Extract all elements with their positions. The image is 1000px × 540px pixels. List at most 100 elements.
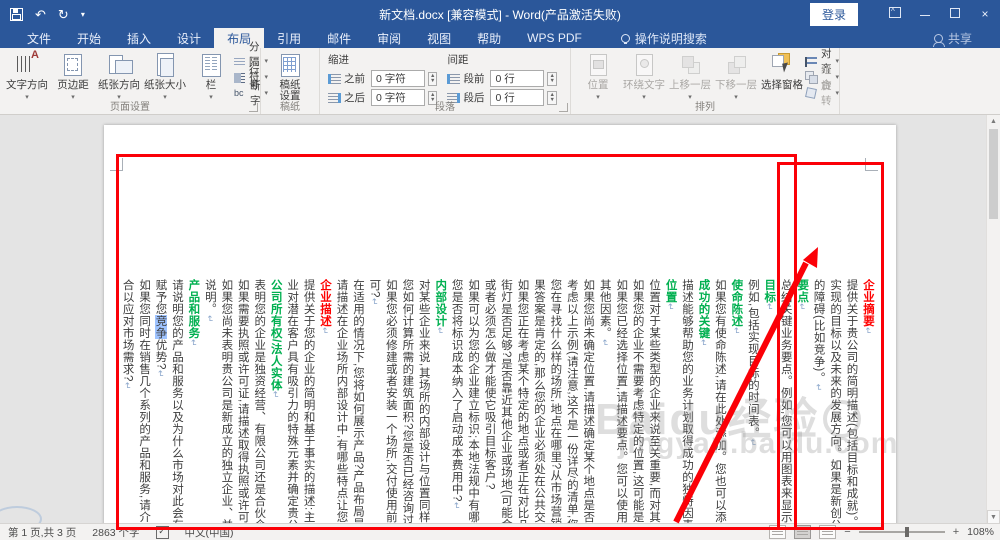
document-area: 企业摘要↵ 提供关于贵公司的简明描述(包括目标和成就)。例如,如果贵公司已成立, 实… bbox=[0, 115, 987, 540]
zoom-slider-thumb[interactable] bbox=[904, 527, 909, 537]
text-column: 如果您正在考虑某个特定的地点或者正在对比几个地点,下面几点可能很有 bbox=[516, 279, 529, 540]
paragraph-mark: ↵ bbox=[320, 327, 331, 336]
tab-邮件[interactable]: 邮件 bbox=[314, 28, 364, 48]
section-heading: 产品和服务↵ bbox=[187, 279, 200, 348]
section-heading: 成功的关键↵ bbox=[697, 279, 710, 348]
dialog-launcher-icon[interactable] bbox=[249, 103, 258, 112]
button-位置: 位置 ▾ bbox=[575, 50, 621, 103]
tab-设计[interactable]: 设计 bbox=[164, 28, 214, 48]
ribbon-display-options-icon[interactable] bbox=[880, 7, 910, 21]
customize-qat-icon[interactable]: ▾ bbox=[81, 10, 85, 19]
paragraph-mark: ↵ bbox=[698, 339, 709, 348]
zoom-level[interactable]: 108% bbox=[967, 526, 994, 538]
text-column: 如果您必须修建或者安装一个场所,交付使用前需要进行哪些特别的改动才 bbox=[384, 279, 397, 540]
login-button[interactable]: 登录 bbox=[809, 2, 858, 26]
text-column: 在适用的情况下,您将如何展示产品?产品布局是否可以改善商店气氛和刺 bbox=[351, 279, 364, 540]
text-column: 合以应对市场需求?↵ bbox=[121, 279, 134, 390]
tab-引用[interactable]: 引用 bbox=[264, 28, 314, 48]
word-count[interactable]: 2863 个字 bbox=[92, 525, 139, 540]
spacing-title: 间距 bbox=[447, 54, 469, 66]
tell-me-search[interactable]: 操作说明搜索 bbox=[620, 28, 707, 48]
zoom-in-icon[interactable]: + bbox=[953, 526, 959, 538]
field-段前: 段前 0 行 ▲ ▼ bbox=[447, 69, 557, 88]
zoom-out-icon[interactable]: − bbox=[844, 526, 850, 538]
save-icon[interactable] bbox=[10, 7, 23, 21]
text-column: 您是否将标识成本纳入了启动成本费用中?↵ bbox=[450, 279, 463, 510]
button-栏[interactable]: 栏 ▾ bbox=[188, 50, 234, 103]
button-文字方向[interactable]: 文字方向▾ bbox=[4, 50, 50, 103]
section-heading: 位置↵ bbox=[664, 279, 677, 312]
undo-icon[interactable]: ↶ bbox=[35, 8, 46, 21]
tab-视图[interactable]: 视图 bbox=[414, 28, 464, 48]
tab-开始[interactable]: 开始 bbox=[64, 28, 114, 48]
web-layout-icon[interactable] bbox=[819, 525, 837, 539]
text-column: 如果您有使命陈述,请在此处添加。您也可以添加有关贵公司的其他部分。 bbox=[713, 279, 726, 540]
paragraph-mark: ↵ bbox=[863, 327, 873, 336]
tab-审阅[interactable]: 审阅 bbox=[364, 28, 414, 48]
button-纸张大小[interactable]: 纸张大小 ▾ bbox=[142, 50, 188, 103]
group-label-page-setup: 页面设置 bbox=[110, 102, 150, 113]
minimize-icon[interactable] bbox=[910, 7, 940, 21]
field-value[interactable]: 0 字符 bbox=[371, 70, 425, 87]
tab-WPS PDF[interactable]: WPS PDF bbox=[514, 28, 595, 48]
restore-icon[interactable] bbox=[940, 6, 970, 21]
paragraph-mark: ↵ bbox=[599, 339, 610, 348]
ribbon-tabs: 文件 开始 插入 设计 布局 引用 邮件 审阅 视图 帮助 WPS PDF bbox=[14, 28, 595, 48]
text-column: 如果您尚未表明贵公司是新成立的独立企业、并购企业、特许经营企业还是 bbox=[220, 279, 233, 540]
text-column: 您在寻找什么样的场所,地点在哪里?从市场营销角度来讲,有没有一个理 bbox=[549, 279, 562, 540]
scrollbar-thumb[interactable] bbox=[989, 129, 998, 219]
language-indicator[interactable]: 中文(中国) bbox=[185, 525, 234, 540]
section-heading: 公司所有权/法人实体↵ bbox=[269, 279, 282, 399]
manuscript-setup-button[interactable]: 稿纸设置 bbox=[267, 50, 313, 102]
arrange-menu-buttons: 对齐 ▾ 组合 ▾ 旋转 ▾ bbox=[805, 48, 839, 107]
section-heading: 企业描述↵ bbox=[319, 279, 332, 336]
redo-icon[interactable]: ↻ bbox=[58, 8, 69, 21]
paragraph-mark: ↵ bbox=[155, 369, 166, 378]
close-icon[interactable]: × bbox=[970, 7, 1000, 21]
dialog-launcher-icon[interactable] bbox=[559, 103, 568, 112]
tab-插入[interactable]: 插入 bbox=[114, 28, 164, 48]
paragraph-mark: ↵ bbox=[122, 381, 133, 390]
share-button[interactable]: 共享 bbox=[932, 28, 972, 48]
share-label: 共享 bbox=[947, 31, 972, 46]
text-column: 如果可以为您的企业建立标识;本地法规中有哪些规定;您的标识是否醒目 bbox=[467, 279, 480, 540]
section-heading: 目标↵ bbox=[763, 279, 776, 312]
text-column: 果答案是肯定的,那么您的企业必须处在公共交通便利的地带吗?↵ bbox=[532, 279, 545, 540]
zoom-slider[interactable] bbox=[858, 527, 945, 537]
ribbon-tab-row: 文件 开始 插入 设计 布局 引用 邮件 审阅 视图 帮助 WPS PDF 操作说明搜索 共享 bbox=[0, 28, 1000, 48]
paragraph-mark: ↵ bbox=[270, 390, 281, 399]
button-页边距[interactable]: 页边距 ▾ bbox=[50, 50, 96, 103]
text-column: 如果需要执照或许可证,请描述取得执照或许可证的要求以及您目前的进展 bbox=[236, 279, 249, 540]
group-label-paragraph: 段落 bbox=[435, 102, 455, 113]
button-纸张方向[interactable]: 纸张方向 ▾ bbox=[96, 50, 142, 103]
status-bar: 第 1 页,共 3 页 2863 个字 ✓ 中文(中国) − + 108% bbox=[0, 523, 1000, 540]
spell-check-icon[interactable]: ✓ bbox=[155, 525, 169, 539]
vertical-scrollbar[interactable]: ▲ ▼ bbox=[986, 115, 1000, 524]
spinner[interactable]: ▲ ▼ bbox=[428, 71, 438, 86]
vertical-text-columns[interactable]: 企业摘要↵ 提供关于贵公司的简明描述(包括目标和成就)。例如,如果贵公司已成立, 实… bbox=[119, 279, 876, 540]
tell-me-label: 操作说明搜索 bbox=[634, 31, 707, 46]
page-indicator[interactable]: 第 1 页,共 3 页 bbox=[8, 525, 76, 540]
paragraph-mark: ↵ bbox=[764, 303, 775, 312]
text-column: 表明您的企业是独资经营、有限公司还是合伙企业。如果合适,请明确业务 bbox=[253, 279, 266, 540]
text-column: 实现的目标以及未来的发展方向。如果是新创公司,请概述您的计划、安排 bbox=[829, 279, 842, 540]
read-mode-icon[interactable] bbox=[769, 525, 787, 539]
spinner[interactable]: ▲ ▼ bbox=[547, 71, 557, 86]
tab-帮助[interactable]: 帮助 bbox=[464, 28, 514, 48]
text-column: 的障碍(比如竞争)。↵ bbox=[812, 279, 825, 392]
text-column: 对某些企业来说,其场所的内部设计与位置同样重要。如果对您的企业很重 bbox=[417, 279, 430, 540]
field-value[interactable]: 0 行 bbox=[490, 70, 545, 87]
scroll-down-icon[interactable]: ▼ bbox=[987, 510, 1000, 524]
text-column: 或者必须怎么做才能使它吸引目标客户? bbox=[483, 279, 496, 490]
tab-文件[interactable]: 文件 bbox=[14, 28, 64, 48]
text-column: 如果您同时在销售几个系列的产品和服务,请介绍一下都有哪些。您是否组 bbox=[138, 279, 151, 540]
scroll-up-icon[interactable]: ▲ bbox=[990, 115, 997, 127]
word-window: ↶ ↻ ▾ 新文档.docx [兼容模式] - Word(产品激活失败) 登录 … bbox=[0, 0, 1000, 540]
text-column: 提供关于贵公司的简明描述(包括目标和成就)。例如,如果贵公司已成立, bbox=[845, 279, 858, 540]
text-column: 如果您尚未确定位置,请描述确定某个地点是否适合您的企业的主要标准。 bbox=[582, 279, 595, 540]
button-上移一层: 上移一层 ▾ bbox=[667, 50, 713, 103]
print-layout-icon[interactable] bbox=[794, 525, 812, 539]
button-选择窗格[interactable]: 选择窗格 bbox=[759, 50, 805, 103]
paragraph-mark: ↵ bbox=[204, 315, 215, 324]
ribbon: 文字方向▾页边距▾纸张方向▾纸张大小▾栏▾ 分隔符▾行号▾断字▾ 页面设置 稿纸… bbox=[0, 41, 1000, 115]
